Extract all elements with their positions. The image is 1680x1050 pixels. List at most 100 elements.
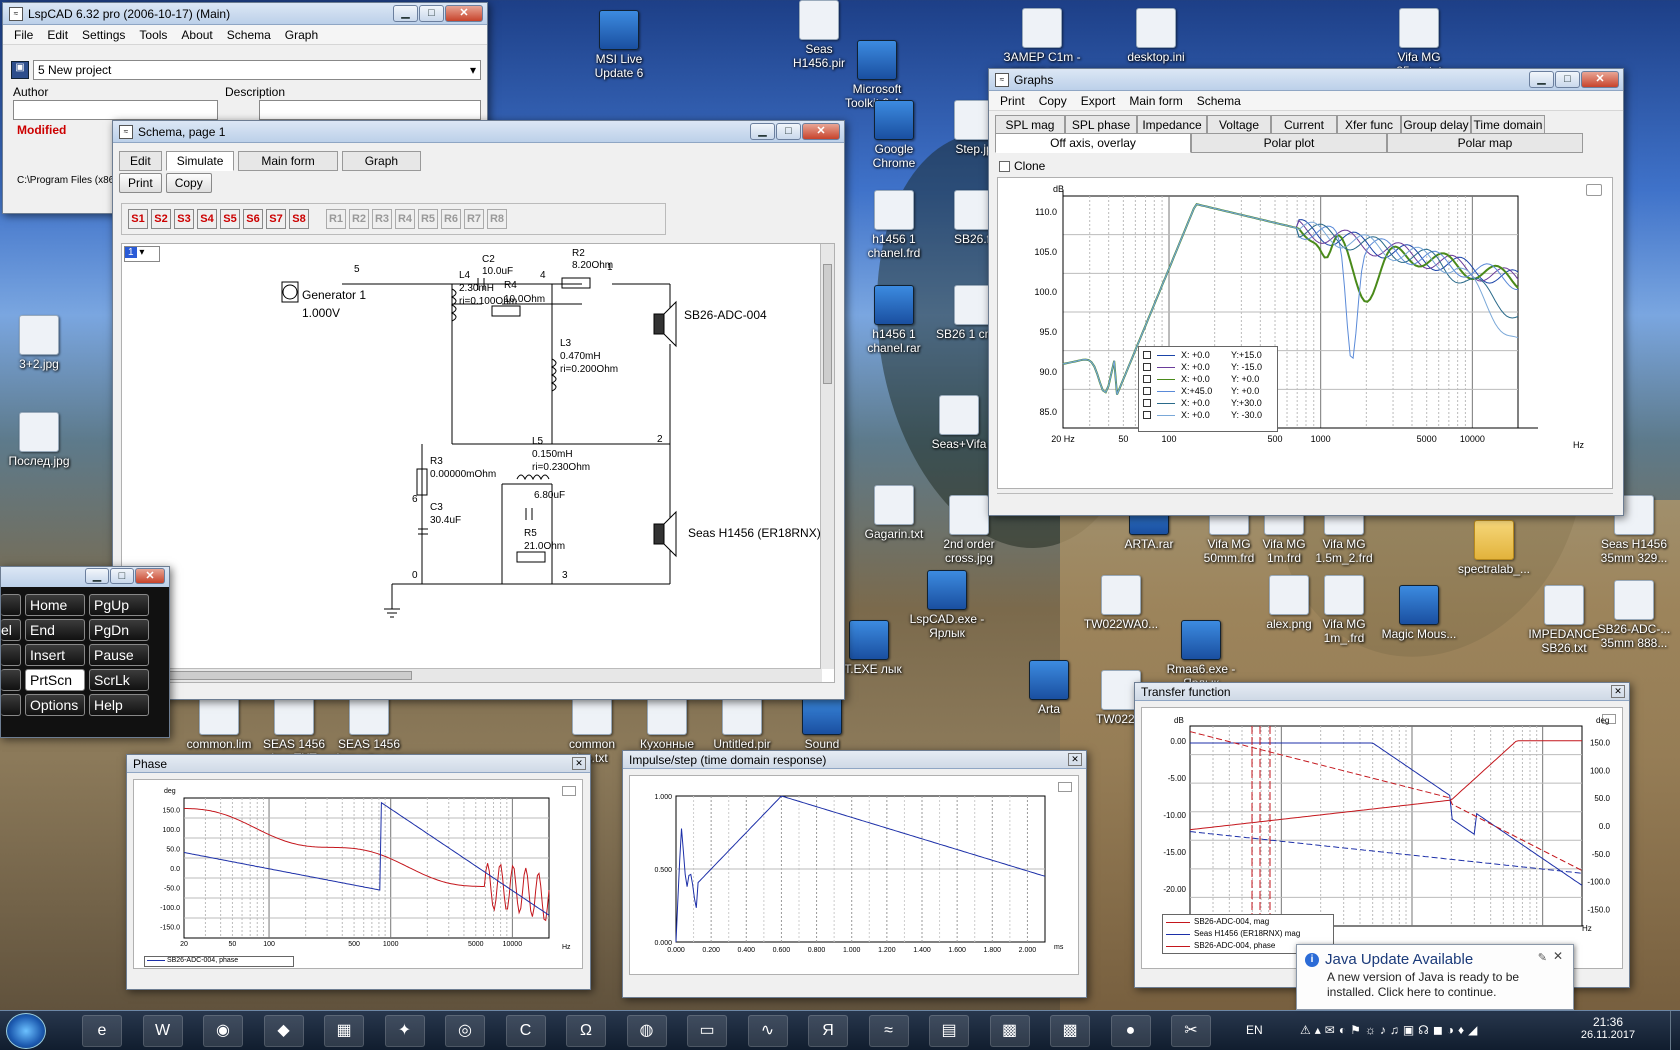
vlc-icon[interactable]: ◆ bbox=[263, 1015, 304, 1047]
tray-icons[interactable]: ⚠▴✉◐⚑☼♪♫▣☊◼◑♦◢ bbox=[1300, 1023, 1481, 1037]
tab-polar-plot[interactable]: Polar plot bbox=[1191, 133, 1387, 153]
word-icon[interactable]: W bbox=[142, 1015, 183, 1047]
close-button[interactable]: ✕ bbox=[445, 5, 483, 22]
schematic-canvas[interactable]: 1 ▾ Generator 1 1.000V 5 L4 2.30mH ri=0.… bbox=[121, 243, 835, 683]
show-desktop-button[interactable] bbox=[1670, 1011, 1680, 1050]
key-partial[interactable] bbox=[1, 694, 21, 716]
minimize-button[interactable]: ▁ bbox=[750, 123, 775, 140]
language-indicator[interactable]: EN bbox=[1246, 1023, 1263, 1037]
omega-icon[interactable]: Ω bbox=[566, 1015, 606, 1047]
project-select[interactable]: 5 New project ▾ bbox=[33, 60, 481, 80]
tab-group-delay[interactable]: Group delay bbox=[1401, 115, 1471, 135]
scenario-r-button[interactable]: R6 bbox=[441, 209, 461, 229]
menu-item[interactable]: Schema bbox=[1190, 94, 1248, 108]
scenario-s-button[interactable]: S6 bbox=[243, 209, 263, 229]
scrollbar-thumb[interactable] bbox=[823, 264, 832, 384]
save-icon[interactable]: ▣ bbox=[11, 61, 29, 79]
key-home[interactable]: Home bbox=[25, 594, 85, 616]
scenario-r-button[interactable]: R1 bbox=[326, 209, 346, 229]
scenario-s-button[interactable]: S8 bbox=[289, 209, 309, 229]
scenario-r-button[interactable]: R3 bbox=[372, 209, 392, 229]
key-partial[interactable] bbox=[1, 594, 21, 616]
scenario-s-button[interactable]: S4 bbox=[197, 209, 217, 229]
tab-impedance[interactable]: Impedance bbox=[1137, 115, 1207, 135]
desktop-icon[interactable]: LspCAD.exe - Ярлык bbox=[908, 570, 986, 640]
desktop-icon[interactable]: SB26-ADC-... 35mm 888... bbox=[1595, 580, 1673, 650]
key-pause[interactable]: Pause bbox=[89, 644, 149, 666]
scenario-r-button[interactable]: R7 bbox=[464, 209, 484, 229]
close-button[interactable]: ✕ bbox=[1581, 71, 1619, 88]
maximize-button[interactable]: □ bbox=[110, 568, 134, 584]
tab-current[interactable]: Current bbox=[1271, 115, 1337, 135]
document-icon[interactable]: ▤ bbox=[929, 1015, 969, 1047]
scenario-r-button[interactable]: R8 bbox=[487, 209, 507, 229]
scenario-r-button[interactable]: R5 bbox=[418, 209, 438, 229]
tab-off-axis-overlay[interactable]: Off axis, overlay bbox=[995, 133, 1191, 153]
scrollbar-thumb[interactable] bbox=[162, 671, 412, 680]
tab-voltage[interactable]: Voltage bbox=[1207, 115, 1271, 135]
desktop-icon[interactable]: desktop.ini bbox=[1117, 8, 1195, 64]
menu-item[interactable]: Export bbox=[1074, 94, 1123, 108]
close-button[interactable]: ✕ bbox=[1068, 753, 1082, 766]
scenario-s-button[interactable]: S2 bbox=[151, 209, 171, 229]
menu-item[interactable]: Print bbox=[993, 94, 1032, 108]
scissors-icon[interactable]: ✂ bbox=[1171, 1015, 1211, 1047]
desktop-icon[interactable]: h1456 1 chanel.frd bbox=[855, 190, 933, 260]
tab-graph[interactable]: Graph bbox=[341, 151, 422, 171]
close-button[interactable]: ✕ bbox=[135, 568, 165, 584]
key-options[interactable]: Options bbox=[25, 694, 85, 716]
tab-edit[interactable]: Edit bbox=[119, 151, 162, 171]
desktop-icon[interactable]: Untitled.pir bbox=[703, 695, 781, 751]
key-pgdn[interactable]: PgDn bbox=[89, 619, 149, 641]
scenario-s-button[interactable]: S3 bbox=[174, 209, 194, 229]
record-icon[interactable]: ● bbox=[1110, 1015, 1151, 1047]
print-button[interactable]: Print bbox=[119, 173, 162, 193]
description-input[interactable] bbox=[259, 100, 481, 120]
tab-main-form[interactable]: Main form bbox=[238, 151, 338, 171]
menu-item[interactable]: Main form bbox=[1122, 94, 1189, 108]
minimize-button[interactable]: ▁ bbox=[85, 568, 109, 584]
menu-item[interactable]: Copy bbox=[1032, 94, 1074, 108]
desktop-icon[interactable]: h1456 1 chanel.rar bbox=[855, 285, 933, 355]
tab-spl-phase[interactable]: SPL phase bbox=[1065, 115, 1137, 135]
desktop-icon[interactable]: MSI Live Update 6 bbox=[580, 10, 658, 80]
laptop-icon[interactable]: ▭ bbox=[687, 1015, 727, 1047]
menu-item[interactable]: Edit bbox=[40, 28, 75, 42]
cat-icon[interactable]: ✦ bbox=[384, 1015, 425, 1047]
desktop-icon[interactable]: TW022WA0... bbox=[1082, 575, 1160, 631]
key-pgup[interactable]: PgUp bbox=[89, 594, 149, 616]
desktop-icon[interactable]: Gagarin.txt bbox=[855, 485, 933, 541]
scenario-r-button[interactable]: R4 bbox=[395, 209, 415, 229]
calculator-icon[interactable]: ▦ bbox=[324, 1015, 364, 1047]
red-c-icon[interactable]: C bbox=[505, 1015, 546, 1047]
yandex-icon[interactable]: Я bbox=[808, 1015, 848, 1047]
tab-polar-map[interactable]: Polar map bbox=[1387, 133, 1583, 153]
tab-simulate[interactable]: Simulate bbox=[165, 151, 235, 171]
menu-item[interactable]: Tools bbox=[132, 28, 174, 42]
tab-xfer-func[interactable]: Xfer func bbox=[1337, 115, 1401, 135]
tab-time-domain[interactable]: Time domain bbox=[1471, 115, 1545, 135]
desktop-icon[interactable]: IMPEDANCE SB26.txt bbox=[1525, 585, 1603, 655]
maximize-button[interactable]: □ bbox=[419, 5, 444, 22]
camera-icon[interactable]: ◉ bbox=[203, 1015, 243, 1047]
copy-button[interactable]: Copy bbox=[165, 173, 212, 193]
clone-checkbox[interactable] bbox=[999, 160, 1010, 172]
desktop-icon[interactable]: Послед.jpg bbox=[0, 412, 78, 468]
close-button[interactable]: ✕ bbox=[1611, 685, 1625, 698]
ie-icon[interactable]: e bbox=[82, 1015, 122, 1047]
close-button[interactable]: ✕ bbox=[572, 757, 586, 770]
chrome-icon[interactable]: ◍ bbox=[626, 1015, 667, 1047]
start-button[interactable] bbox=[6, 1013, 46, 1049]
key-insert[interactable]: Insert bbox=[25, 644, 85, 666]
maximize-button[interactable]: □ bbox=[1555, 71, 1580, 88]
key-prtscn[interactable]: PrtScn bbox=[25, 669, 85, 691]
key-partial[interactable] bbox=[1, 669, 21, 691]
lspcad-icon[interactable]: ≈ bbox=[868, 1015, 909, 1047]
menu-item[interactable]: About bbox=[174, 28, 219, 42]
wrench-icon[interactable]: ✎ bbox=[1538, 951, 1547, 964]
minimize-button[interactable]: ▁ bbox=[393, 5, 418, 22]
spiral-icon[interactable]: ◎ bbox=[445, 1015, 485, 1047]
menu-item[interactable]: Schema bbox=[220, 28, 278, 42]
desktop-icon[interactable]: spectralab_... bbox=[1455, 520, 1533, 576]
tab-spl-mag[interactable]: SPL mag bbox=[995, 115, 1065, 135]
